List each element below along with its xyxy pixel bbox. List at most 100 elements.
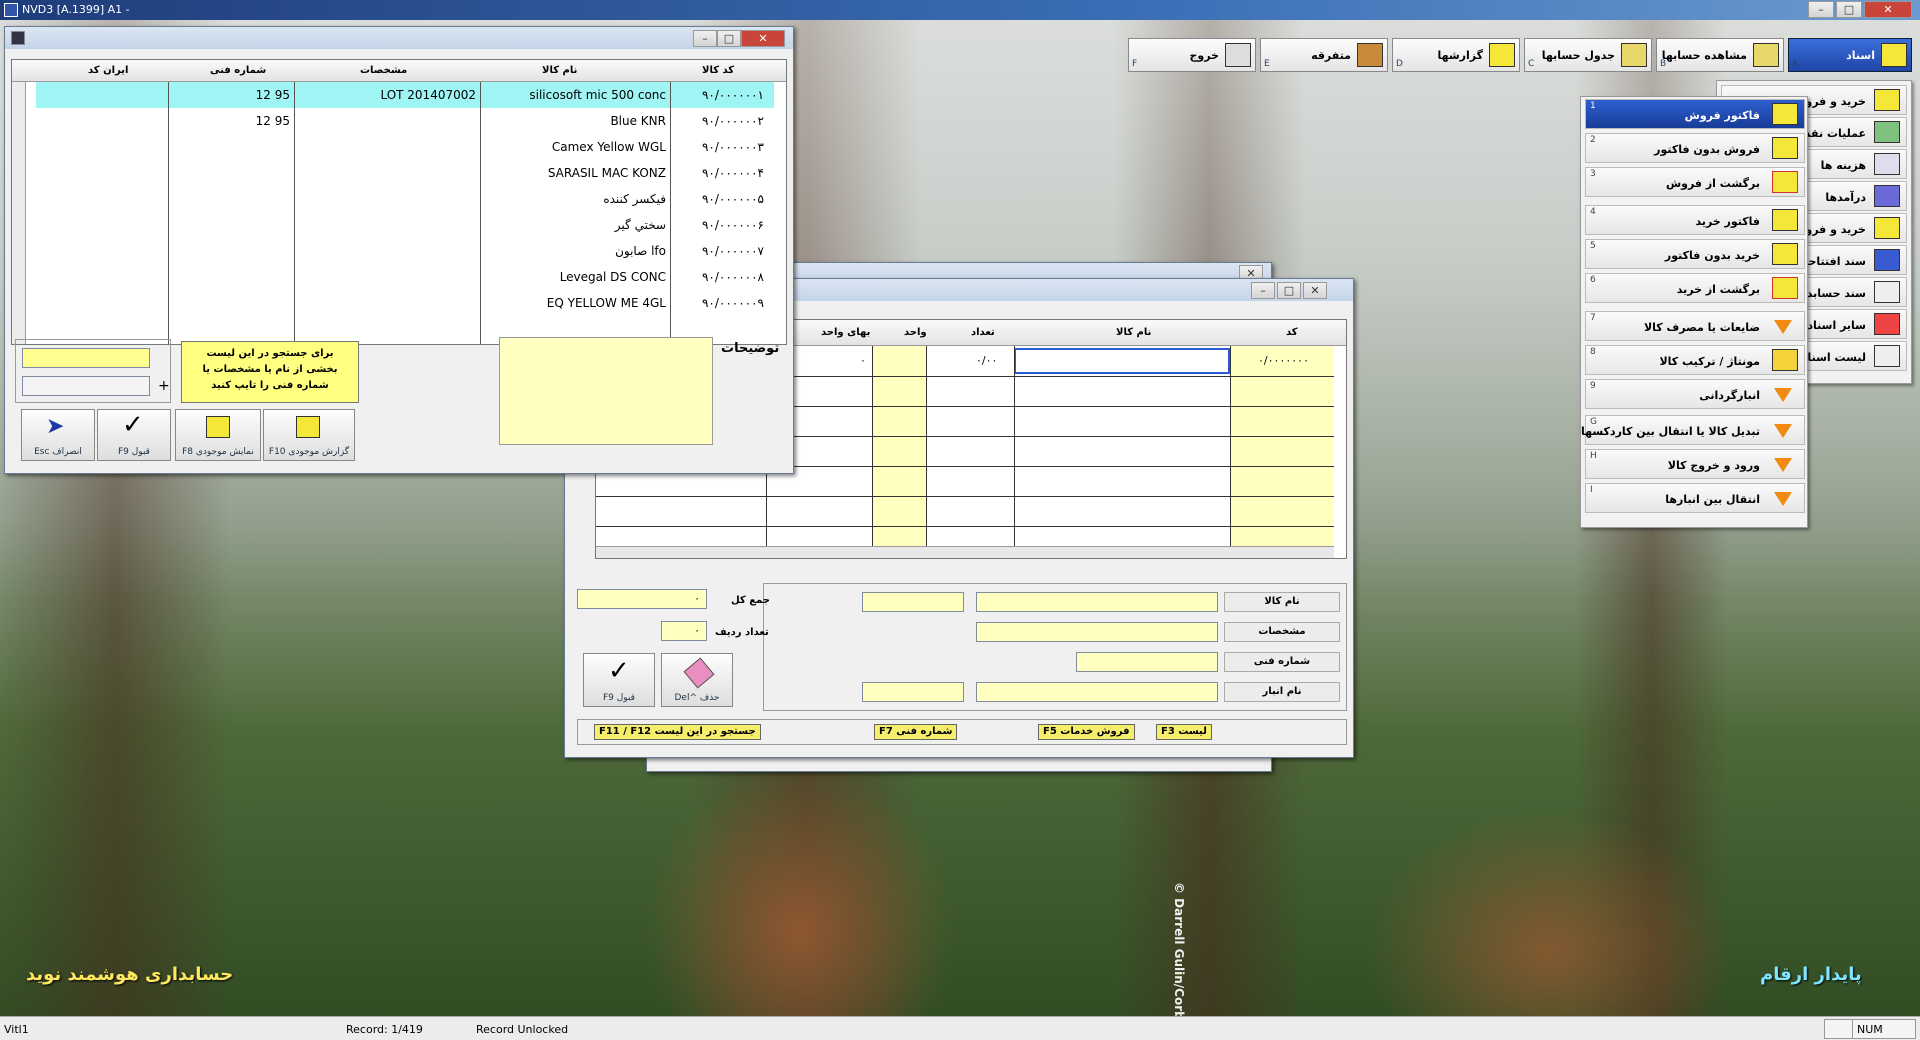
submenu-waste[interactable]: 7 ضایعات یا مصرف کالا [1585, 311, 1805, 341]
delete-button-label: Del^ حذف [674, 693, 720, 703]
shortcut-hints-bar: F3 لیست F5 فروش خدمات F7 شماره فنی F11 /… [577, 719, 1347, 745]
search-hint: برای جستجو در این لیست بخشی از نام یا مش… [181, 341, 359, 403]
warehouse-field[interactable] [976, 682, 1218, 702]
submenu-sales-invoice[interactable]: 1 فاکتور فروش [1585, 99, 1805, 129]
buy-sell-submenu: 1 فاکتور فروش 2 فروش بدون فاکتور 3 برگشت از… [1580, 96, 1808, 528]
vertical-scrollbar[interactable] [12, 82, 26, 344]
hint-f5-services[interactable]: F5 فروش خدمات [1038, 724, 1135, 740]
tech-number-field[interactable] [1076, 652, 1218, 672]
warehouse-code-field[interactable] [862, 682, 964, 702]
submenu-in-out-goods[interactable]: H ورود و خروج کالا [1585, 449, 1805, 479]
invoice-arrow-icon [1772, 209, 1798, 231]
submenu-purchase-invoice[interactable]: 4 فاکتور خرید [1585, 205, 1805, 235]
lookup-cell-name: Blue KNR [610, 114, 666, 128]
stock-report-button[interactable]: F10 گزارش موجودی [263, 409, 355, 461]
checkmark-icon: ✓ [608, 656, 630, 686]
show-stock-button[interactable]: F8 نمایش موجودی [175, 409, 261, 461]
submenu-label: تبدیل کالا یا انتقال بین کاردکسها [1580, 425, 1760, 438]
hint-f11-search[interactable]: F11 / F12 جستجو در این لیست [594, 724, 761, 740]
submenu-num: 7 [1590, 313, 1596, 323]
close-icon[interactable]: ✕ [1864, 1, 1912, 18]
lookup-cell-name: سختي گير [614, 218, 666, 232]
store-icon [1874, 217, 1900, 239]
stock-box-icon [206, 416, 230, 438]
item-name-field[interactable] [976, 592, 1218, 612]
lookup-cell-tech: 12 95 [255, 114, 290, 128]
submenu-assembly[interactable]: 8 مونتاژ / ترکیب کالا [1585, 345, 1805, 375]
submenu-label: فروش بدون فاکتور [1654, 143, 1760, 156]
label-item-name: نام کالا [1224, 592, 1340, 612]
col-qty-header: تعداد [971, 327, 995, 338]
lookup-window: – □ ✕ کد کالا نام کالا مشخصات شماره فنی … [4, 26, 794, 474]
folder-icon [1753, 43, 1779, 67]
toolbar-view-accounts-button[interactable]: مشاهده حسابها B [1656, 38, 1784, 72]
close-icon[interactable]: ✕ [741, 30, 785, 47]
documents-icon [1881, 43, 1907, 67]
lookup-ok-button[interactable]: ✓ F9 قبول [97, 409, 171, 461]
app-title: NVD3 [A.1399] A1 - [22, 3, 130, 16]
tools-icon [1357, 43, 1383, 67]
col-price-header: بهای واحد [821, 327, 871, 338]
lookup-cell-code: ۹۰/۰۰۰۰۰۰۳ [701, 140, 764, 154]
box-icon [1772, 349, 1798, 371]
triangle-icon [1774, 388, 1792, 402]
lookup-cell-code: ۹۰/۰۰۰۰۰۰۷ [701, 244, 764, 258]
maximize-icon[interactable]: □ [717, 30, 741, 47]
exit-door-icon [1225, 43, 1251, 67]
cursor-arrow-icon: ➤ [46, 414, 65, 439]
lookup-cancel-button[interactable]: ➤ Esc انصراف [21, 409, 95, 461]
toolbar-misc-button[interactable]: متفرقه E [1260, 38, 1388, 72]
submenu-convert-goods[interactable]: G تبدیل کالا یا انتقال بین کاردکسها [1581, 415, 1805, 445]
submenu-sale-no-invoice[interactable]: 2 فروش بدون فاکتور [1585, 133, 1805, 163]
label-tech-number: شماره فنی [1224, 652, 1340, 672]
spec-field[interactable] [976, 622, 1218, 642]
hint-f3-list[interactable]: F3 لیست [1156, 724, 1212, 740]
search-secondary-input[interactable] [22, 376, 150, 396]
name-input-cell[interactable] [1014, 348, 1230, 374]
invoice-ok-button[interactable]: ✓ F9 قبول [583, 653, 655, 707]
submenu-num: H [1590, 451, 1597, 461]
submenu-purchase-return[interactable]: 6 برگشت از خرید [1585, 273, 1805, 303]
status-user: Vitl1 [4, 1023, 29, 1036]
notes-field[interactable] [499, 337, 713, 445]
lookup-cell-name: صابون lfo [615, 244, 666, 258]
toolbar-documents-button[interactable]: اسناد A [1788, 38, 1912, 72]
toolbar-label: اسناد [1846, 49, 1875, 62]
submenu-stocktaking[interactable]: 9 انبارگردانی [1585, 379, 1805, 409]
minimize-icon[interactable]: – [693, 30, 717, 47]
show-stock-label: F8 نمایش موجودی [182, 447, 254, 457]
submenu-num: I [1590, 485, 1593, 495]
item-extra-field[interactable] [862, 592, 964, 612]
toolbar-exit-button[interactable]: خروج F [1128, 38, 1256, 72]
toolbar-accounts-table-button[interactable]: جدول حسابها C [1524, 38, 1652, 72]
horizontal-scrollbar[interactable] [596, 546, 1334, 558]
toolbar-key: C [1528, 59, 1535, 69]
minimize-icon[interactable]: – [1251, 282, 1275, 299]
invoice-arrow-icon [1772, 137, 1798, 159]
submenu-label: مونتاژ / ترکیب کالا [1659, 355, 1760, 368]
submenu-num: 9 [1590, 381, 1596, 391]
side-item-label: لیست اسناد [1801, 351, 1866, 364]
minimize-icon[interactable]: – [1808, 1, 1834, 18]
lookup-grid[interactable]: کد کالا نام کالا مشخصات شماره فنی ایران … [11, 59, 787, 345]
search-input[interactable] [22, 348, 150, 368]
submenu-warehouse-transfer[interactable]: I انتقال بین انبارها [1585, 483, 1805, 513]
maximize-icon[interactable]: □ [1277, 282, 1301, 299]
maximize-icon[interactable]: □ [1836, 1, 1862, 18]
grid-col-line [872, 346, 873, 546]
toolbar-key: B [1660, 59, 1667, 69]
toolbar-reports-button[interactable]: گزارشها D [1392, 38, 1520, 72]
money-bag-icon [1874, 185, 1900, 207]
total-field: ۰ [577, 589, 707, 609]
hint-f7-tech-number[interactable]: F7 شماره فنی [874, 724, 958, 740]
close-icon[interactable]: ✕ [1303, 282, 1327, 299]
delete-button[interactable]: Del^ حذف [661, 653, 733, 707]
grid-col-line [1014, 346, 1015, 546]
submenu-purchase-no-invoice[interactable]: 5 خرید بدون فاکتور [1585, 239, 1805, 269]
submenu-sales-return[interactable]: 3 برگشت از فروش [1585, 167, 1805, 197]
col-iran-header: ایران کد [88, 65, 129, 76]
lookup-cell-spec: LOT 201407002 [380, 88, 476, 102]
expense-icon [1874, 153, 1900, 175]
lookup-cell-name: Levegal DS CONC [559, 270, 666, 284]
submenu-num: 4 [1590, 207, 1596, 217]
